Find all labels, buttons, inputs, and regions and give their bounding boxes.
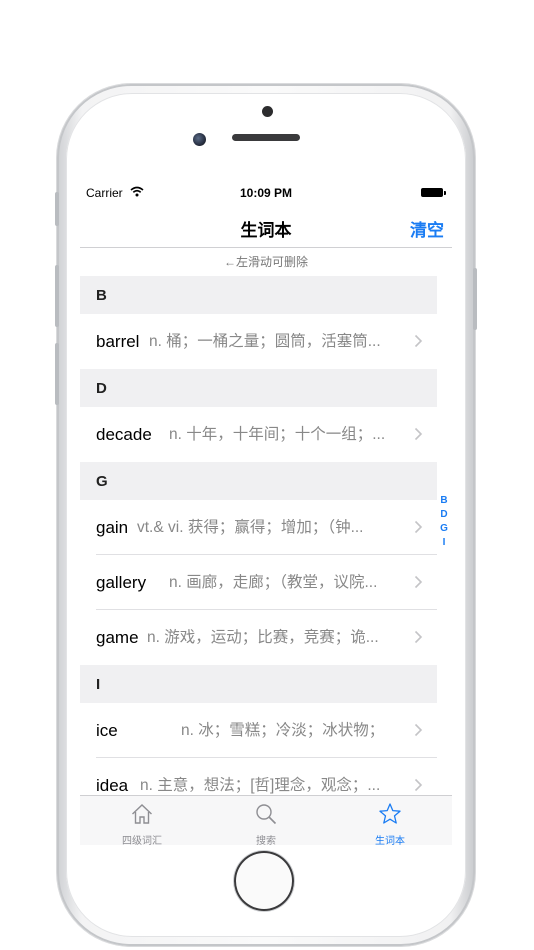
status-bar: Carrier 10:09 PM [80,175,452,211]
house-icon [132,804,152,824]
chevron-right-icon [414,334,423,348]
chevron-right-icon [414,778,423,792]
list-item[interactable]: gain vt.& vi. 获得；赢得；增加；（钟... [80,500,437,555]
definition-text: n. 画廊，走廊；（教堂，议院... [169,574,378,591]
battery-tip [444,191,446,195]
tab-cet4-words[interactable]: 四级词汇 [80,796,204,845]
list-item[interactable]: gallery n. 画廊，走廊；（教堂，议院... [80,555,437,610]
status-time: 10:09 PM [239,186,293,200]
word-text: gallery [96,573,147,592]
tab-vocabulary-book[interactable]: 生词本 [328,796,452,845]
screen: Carrier 10:09 PM 生词本 清空 ←左滑动可删除 B barrel… [80,175,452,845]
word-list: B barrel n. 桶；一桶之量；圆筒，活塞筒... D decade n.… [80,276,437,813]
definition-text: vt.& vi. 获得；赢得；增加；（钟... [137,519,364,536]
front-camera [193,133,206,146]
list-item[interactable]: barrel n. 桶；一桶之量；圆筒，活塞筒... [80,314,437,369]
page-title: 生词本 [240,221,292,240]
index-letter-b[interactable]: B [438,494,450,508]
tab-label: 四级词汇 [122,836,162,845]
tab-search[interactable]: 搜索 [204,796,328,845]
chevron-right-icon [414,575,423,589]
front-sensor [262,106,273,117]
definition-text: n. 十年，十年间；十个一组；... [169,426,386,443]
volume-up-button [55,265,59,327]
swipe-hint: ←左滑动可删除 [223,255,308,269]
search-icon [256,804,277,825]
section-header-b: B [80,276,437,314]
chevron-right-icon [414,630,423,644]
word-text: decade [96,425,152,444]
index-letter-g[interactable]: G [438,522,450,536]
chevron-right-icon [414,427,423,441]
word-text: ice [96,721,118,740]
volume-down-button [55,343,59,405]
definition-text: n. 游戏，运动；比赛，竞赛；诡... [147,629,379,646]
section-header-i: I [80,665,437,703]
navigation-bar: 生词本 清空 [80,211,452,248]
index-letter-d[interactable]: D [438,508,450,522]
chevron-right-icon [414,723,423,737]
earpiece-speaker [232,134,300,141]
definition-text: n. 冰；雪糕；冷淡；冰状物； [181,722,385,739]
tab-label: 生词本 [375,836,405,845]
section-header-g: G [80,462,437,500]
list-item[interactable]: decade n. 十年，十年间；十个一组；... [80,407,437,462]
index-letter-i[interactable]: I [438,536,450,550]
star-icon [379,803,401,824]
list-item[interactable]: game n. 游戏，运动；比赛，竞赛；诡... [80,610,437,665]
tab-label: 搜索 [256,836,276,845]
home-button[interactable] [234,851,294,911]
battery-icon [421,188,443,197]
word-text: game [96,628,139,647]
power-button [473,268,477,330]
list-item[interactable]: ice n. 冰；雪糕；冷淡；冰状物； [80,703,437,758]
chevron-right-icon [414,520,423,534]
clear-button[interactable]: 清空 [410,216,444,241]
word-text: barrel [96,332,140,351]
definition-text: n. 桶；一桶之量；圆筒，活塞筒... [149,333,381,350]
word-text: gain [96,518,129,537]
section-index[interactable]: B D G I [438,494,450,550]
mute-switch [55,192,59,226]
section-header-d: D [80,369,437,407]
tab-bar: 四级词汇 搜索 生词本 [80,795,452,845]
